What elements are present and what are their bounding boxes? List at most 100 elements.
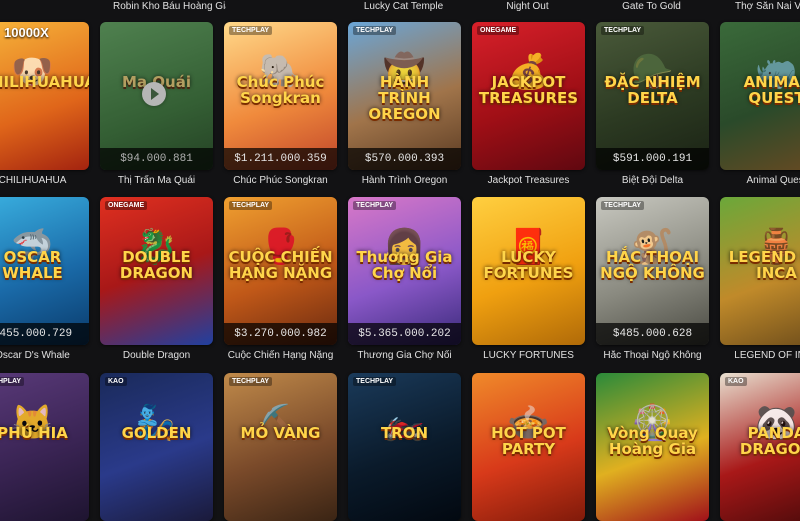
jackpot-amount: $570.000.393 — [348, 148, 461, 170]
game-thumbnail[interactable]: 🧧 LUCKY FORTUNES — [472, 197, 585, 345]
jackpot-amount: $591.000.191 — [596, 148, 709, 170]
game-logo-text: DOUBLE DRAGON — [119, 248, 194, 282]
game-thumbnail[interactable]: 🤠 TECHPLAY HÀNH TRÌNH OREGON $570.000.393 — [348, 22, 461, 170]
game-card[interactable]: 🎡 Vòng Quay Hoàng Gia — [596, 373, 709, 521]
game-logo-text: CHILIHUAHUA — [0, 73, 89, 91]
game-name[interactable]: Animal Quest — [720, 175, 800, 186]
provider-logo: TECHPLAY — [353, 377, 397, 386]
provider-logo: TECHPLAY — [353, 26, 397, 35]
game-logo-text: GOLDEN — [121, 424, 192, 442]
game-name[interactable]: Oscar D's Whale — [0, 350, 89, 361]
game-card[interactable]: 🧧 LUCKY FORTUNES LUCKY FORTUNES — [472, 197, 585, 361]
game-logo-text: HẮC THOẠI NGỘ KHÔNG — [600, 248, 705, 282]
game-logo-text: HÀNH TRÌNH OREGON — [368, 73, 441, 123]
provider-logo: TECHPLAY — [229, 201, 273, 210]
provider-logo: TECHPLAY — [353, 201, 397, 210]
provider-logo: TECHPLAY — [229, 377, 273, 386]
game-logo-text: HOT POT PARTY — [491, 424, 566, 458]
provider-logo: KAO — [105, 377, 127, 386]
game-logo-text: JACKPOT TREASURES — [478, 73, 579, 107]
provider-logo: TECHPLAY — [601, 26, 645, 35]
game-card[interactable]: 🪖 TECHPLAY ĐẶC NHIỆM DELTA $591.000.191 Biệt… — [596, 22, 709, 186]
jackpot-amount: $3.270.000.982 — [224, 323, 337, 345]
game-thumbnail[interactable]: ⛏️ TECHPLAY MỎ VÀNG — [224, 373, 337, 521]
game-card[interactable]: ⛏️ TECHPLAY MỎ VÀNG — [224, 373, 337, 521]
game-thumbnail[interactable]: 🐱TECHPLAYPHÚ HIA — [0, 373, 89, 521]
game-thumbnail[interactable]: 🐶10000XCHILIHUAHUA — [0, 22, 89, 170]
game-card[interactable]: 🥊 TECHPLAY CUỘC CHIẾN HẠNG NẶNG $3.270.000.… — [224, 197, 337, 361]
game-card[interactable]: 💰 ONEGAME JACKPOT TREASURES Jackpot Treasur… — [472, 22, 585, 186]
game-name-top: Lucky Cat Temple — [363, 1, 444, 12]
provider-logo: ONEGAME — [477, 26, 520, 35]
game-card[interactable]: Ma Quái $94.000.881 Thị Trấn Ma Quái — [100, 22, 213, 186]
game-name[interactable]: Jackpot Treasures — [472, 175, 585, 186]
game-logo-text: LUCKY FORTUNES — [483, 248, 574, 282]
game-thumbnail[interactable]: 🪖 TECHPLAY ĐẶC NHIỆM DELTA $591.000.191 — [596, 22, 709, 170]
game-thumbnail[interactable]: Ma Quái $94.000.881 — [100, 22, 213, 170]
game-name[interactable]: LUCKY FORTUNES — [472, 350, 585, 361]
game-name[interactable]: Hành Trình Oregon — [348, 175, 461, 186]
game-card[interactable]: 🐘 TECHPLAY Chúc Phúc Songkran $1.211.000.35… — [224, 22, 337, 186]
game-name[interactable]: Biệt Đội Delta — [596, 175, 709, 186]
game-thumbnail[interactable]: 🧞 KAO GOLDEN — [100, 373, 213, 521]
game-logo-text: ANIMAL QUEST — [743, 73, 800, 107]
play-icon[interactable] — [142, 82, 166, 106]
multiplier-badge: 10000X — [4, 25, 49, 40]
game-thumbnail[interactable]: 🏍️ TECHPLAY TRON — [348, 373, 461, 521]
game-name-top: Robin Kho Báu Hoàng Gia — [113, 1, 226, 12]
game-logo-text: OSCAR WHALE — [2, 248, 63, 282]
game-name[interactable]: Thị Trấn Ma Quái — [100, 175, 213, 186]
game-thumbnail[interactable]: 🐒 TECHPLAY HẮC THOẠI NGỘ KHÔNG $485.000.628 — [596, 197, 709, 345]
game-logo-text: LEGEND OF INCA — [728, 248, 800, 282]
provider-logo: TECHPLAY — [601, 201, 645, 210]
provider-logo: ONEGAME — [105, 201, 148, 210]
game-logo-text: TRON — [380, 424, 429, 442]
game-card[interactable]: 🐒 TECHPLAY HẮC THOẠI NGỘ KHÔNG $485.000.628… — [596, 197, 709, 361]
game-card[interactable]: 🧞 KAO GOLDEN — [100, 373, 213, 521]
game-thumbnail[interactable]: 💰 ONEGAME JACKPOT TREASURES — [472, 22, 585, 170]
game-logo-text: Thương Gia Chợ Nổi — [356, 248, 453, 282]
game-logo-text: PHÚ HIA — [0, 424, 68, 442]
game-name[interactable]: CHILIHUAHUA — [0, 175, 89, 186]
jackpot-amount: $455.000.729 — [0, 323, 89, 345]
game-name[interactable]: Thương Gia Chợ Nổi — [348, 350, 461, 361]
game-thumbnail[interactable]: 👩 TECHPLAY Thương Gia Chợ Nổi $5.365.000.20… — [348, 197, 461, 345]
jackpot-amount: $5.365.000.202 — [348, 323, 461, 345]
game-name[interactable]: Hắc Thoại Ngộ Không — [596, 350, 709, 361]
provider-logo: TECHPLAY — [229, 26, 273, 35]
game-thumbnail[interactable]: 🐼KAOPANDA DRAGON — [720, 373, 800, 521]
game-name[interactable]: Double Dragon — [100, 350, 213, 361]
jackpot-amount: $485.000.628 — [596, 323, 709, 345]
game-name-top: Gate To Gold — [622, 1, 681, 12]
game-name-top: Thợ Săn Nai Vàng — [735, 1, 800, 12]
game-name[interactable]: Cuộc Chiến Hạng Nặng — [224, 350, 337, 361]
game-thumbnail[interactable]: 🦈 OSCAR WHALE $455.000.729 — [0, 197, 89, 345]
game-card[interactable]: 🐱TECHPLAYPHÚ HIA — [0, 373, 89, 521]
game-card[interactable]: 🦈 OSCAR WHALE $455.000.729 Oscar D's Whale — [0, 197, 89, 361]
game-thumbnail[interactable]: 🥊 TECHPLAY CUỘC CHIẾN HẠNG NẶNG $3.270.000.… — [224, 197, 337, 345]
game-card[interactable]: 🐼KAOPANDA DRAGON — [720, 373, 800, 521]
game-logo-text: PANDA DRAGON — [739, 424, 800, 458]
game-card[interactable]: 🤠 TECHPLAY HÀNH TRÌNH OREGON $570.000.393 Hà… — [348, 22, 461, 186]
game-thumbnail[interactable]: 🐉 ONEGAME DOUBLE DRAGON — [100, 197, 213, 345]
game-card[interactable]: 🏺LEGEND OF INCALEGEND OF INCA — [720, 197, 800, 361]
game-card[interactable]: 🏍️ TECHPLAY TRON — [348, 373, 461, 521]
game-card[interactable]: 👩 TECHPLAY Thương Gia Chợ Nổi $5.365.000.20… — [348, 197, 461, 361]
jackpot-amount: $1.211.000.359 — [224, 148, 337, 170]
game-card[interactable]: 🐶10000XCHILIHUAHUACHILIHUAHUA — [0, 22, 89, 186]
game-thumbnail[interactable]: 🏺LEGEND OF INCA — [720, 197, 800, 345]
game-card[interactable]: 🍲 HOT POT PARTY — [472, 373, 585, 521]
game-thumbnail[interactable]: 🦏ANIMAL QUEST — [720, 22, 800, 170]
game-logo-text: Vòng Quay Hoàng Gia — [607, 424, 698, 458]
game-logo-text: Chúc Phúc Songkran — [236, 73, 325, 107]
game-name[interactable]: LEGEND OF INCA — [720, 350, 800, 361]
jackpot-amount: $94.000.881 — [100, 148, 213, 170]
game-thumbnail[interactable]: 🎡 Vòng Quay Hoàng Gia — [596, 373, 709, 521]
game-thumbnail[interactable]: 🐘 TECHPLAY Chúc Phúc Songkran $1.211.000.35… — [224, 22, 337, 170]
game-name[interactable]: Chúc Phúc Songkran — [224, 175, 337, 186]
game-name-top: Night Out — [506, 1, 549, 12]
game-card[interactable]: 🦏ANIMAL QUEST Animal Quest — [720, 22, 800, 186]
game-card[interactable]: 🐉 ONEGAME DOUBLE DRAGON Double Dragon — [100, 197, 213, 361]
provider-logo: KAO — [725, 377, 747, 386]
game-thumbnail[interactable]: 🍲 HOT POT PARTY — [472, 373, 585, 521]
